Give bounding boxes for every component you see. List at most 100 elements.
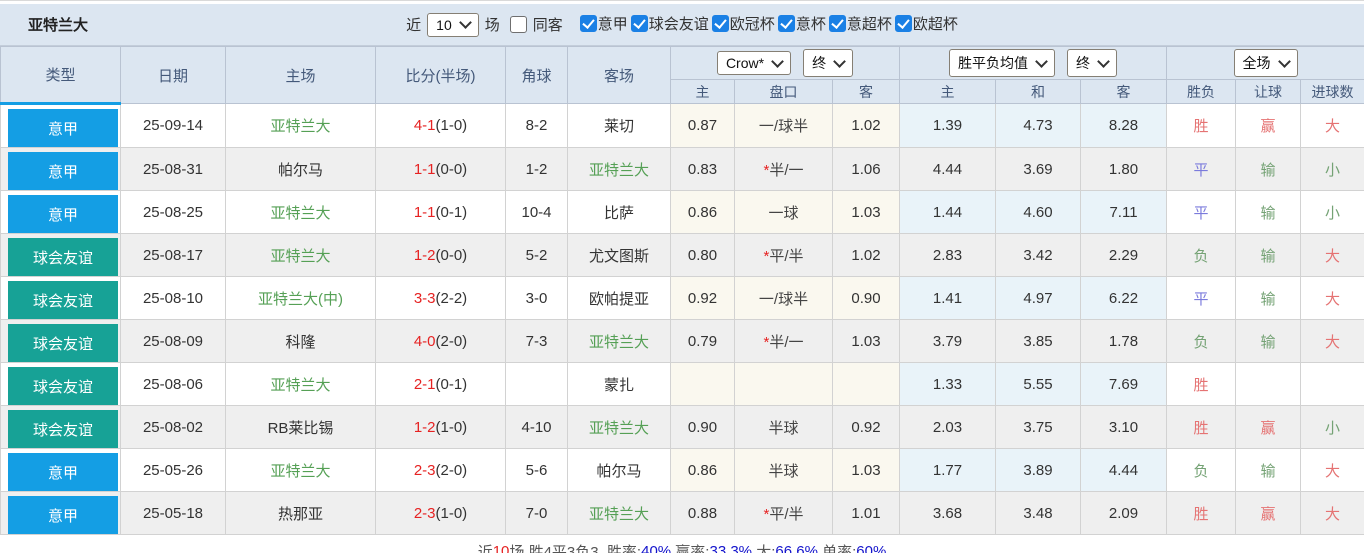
sub-col-header-avg-away: 客 [1080,79,1168,104]
away-team[interactable]: 莱切 [567,103,671,148]
result-wdl: 平 [1166,190,1237,234]
avg-home-odds: 1.33 [899,362,997,406]
avg-draw-odds: 4.97 [995,276,1082,320]
same-venue-checkbox[interactable] [509,16,527,33]
handicap-line: *平/半 [734,233,833,277]
league-checkbox[interactable] [711,15,729,32]
result-handicap: 输 [1235,448,1302,492]
same-venue-label: 同客 [532,17,563,34]
chevron-down-icon [458,16,472,29]
home-team[interactable]: 亚特兰大(中) [225,276,376,320]
score: 2-3(1-0) [375,491,506,535]
away-team[interactable]: 比萨 [567,190,671,234]
result-goals: 大 [1300,276,1364,320]
away-team[interactable]: 帕尔马 [567,448,671,492]
home-team[interactable]: 亚特兰大 [225,103,376,148]
home-team[interactable]: 热那亚 [225,491,376,535]
handicap-home-odds: 0.80 [670,233,735,277]
match-history-panel: 亚特兰大 近 10 场 同客 意甲 球会友谊 欧冠杯 意杯 意超杯 欧超杯 类型 日期 [0,0,1364,553]
match-type-badge: 球会友谊 [8,281,118,319]
result-goals: 小 [1300,190,1364,234]
col-header-away: 客场 [567,46,671,104]
sub-col-header-handicap-line: 盘口 [734,79,833,104]
avg-away-odds: 2.29 [1080,233,1168,277]
home-team[interactable]: 科隆 [225,319,376,363]
handicap-away-odds [831,362,901,406]
bookmaker-select[interactable]: Crow* [716,51,792,75]
home-team[interactable]: 亚特兰大 [225,190,376,234]
score: 2-3(2-0) [375,448,506,492]
avg-odds-select-value: 胜平负均值 [958,55,1029,71]
result-wdl: 胜 [1166,491,1237,535]
league-checkbox[interactable] [828,15,846,32]
match-date: 25-08-06 [120,362,226,406]
avg-odds-group-header: 胜平负均值 终 [899,46,1168,80]
result-handicap: 输 [1235,276,1302,320]
recent-count-value: 10 [436,16,452,33]
avg-home-odds: 3.68 [899,491,997,535]
avg-home-odds: 2.83 [899,233,997,277]
home-team[interactable]: 亚特兰大 [225,362,376,406]
summary-segment: 10 [492,542,510,553]
away-team[interactable]: 尤文图斯 [567,233,671,277]
handicap-time-select[interactable]: 终 [803,49,854,77]
match-type-badge: 意甲 [8,152,118,190]
recent-count-select[interactable]: 10 [427,12,479,37]
match-type-badge: 意甲 [8,453,118,491]
match-type-cell: 球会友谊 [0,362,121,406]
match-date: 25-08-09 [120,319,226,363]
result-group-header: 全场 [1166,46,1364,80]
summary-segment: 33.3% [709,542,753,553]
handicap-line: 一/球半 [734,276,833,320]
avg-home-odds: 1.44 [899,190,997,234]
score: 4-0(2-0) [375,319,506,363]
handicap-home-odds: 0.92 [670,276,735,320]
avg-odds-select[interactable]: 胜平负均值 [949,49,1056,77]
result-wdl: 胜 [1166,103,1237,148]
handicap-home-odds [670,362,735,406]
away-team[interactable]: 蒙扎 [567,362,671,406]
league-filters: 意甲 球会友谊 欧冠杯 意杯 意超杯 欧超杯 [577,13,958,36]
match-type-badge: 球会友谊 [8,367,118,405]
corners: 7-3 [505,319,568,363]
result-goals: 大 [1300,448,1364,492]
avg-away-odds: 1.78 [1080,319,1168,363]
match-date: 25-08-17 [120,233,226,277]
result-handicap: 输 [1235,147,1302,191]
summary-segment: 40% [641,542,672,553]
home-team[interactable]: 亚特兰大 [225,233,376,277]
away-team[interactable]: 亚特兰大 [567,491,671,535]
avg-home-odds: 1.41 [899,276,997,320]
league-checkbox[interactable] [894,15,912,32]
away-team[interactable]: 欧帕提亚 [567,276,671,320]
result-goals [1300,362,1364,406]
handicap-line: *半/一 [734,319,833,363]
corners: 5-2 [505,233,568,277]
corners: 1-2 [505,147,568,191]
avg-draw-odds: 3.48 [995,491,1082,535]
match-date: 25-08-10 [120,276,226,320]
table-row: 球会友谊 25-08-06 亚特兰大 2-1(0-1) 蒙扎 1.33 5.55 7.69 胜 [0,362,1364,406]
topbar: 亚特兰大 近 10 场 同客 意甲 球会友谊 欧冠杯 意杯 意超杯 欧超杯 [0,4,1364,46]
league-checkbox[interactable] [579,15,597,32]
away-team[interactable]: 亚特兰大 [567,147,671,191]
away-team[interactable]: 亚特兰大 [567,319,671,363]
league-checkbox[interactable] [630,15,648,32]
home-team[interactable]: 帕尔马 [225,147,376,191]
match-date: 25-08-25 [120,190,226,234]
result-wdl: 负 [1166,233,1237,277]
match-type-cell: 意甲 [0,448,121,492]
avg-time-select[interactable]: 终 [1067,49,1118,77]
period-select[interactable]: 全场 [1233,49,1298,77]
away-team[interactable]: 亚特兰大 [567,405,671,449]
table-row: 球会友谊 25-08-02 RB莱比锡 1-2(1-0) 4-10 亚特兰大 0.90 半球 0… [0,405,1364,449]
league-checkbox[interactable] [777,15,795,32]
filter-controls: 近 10 场 同客 意甲 球会友谊 欧冠杯 意杯 意超杯 欧超杯 [406,12,958,37]
home-team[interactable]: RB莱比锡 [225,405,376,449]
avg-home-odds: 4.44 [899,147,997,191]
home-team[interactable]: 亚特兰大 [225,448,376,492]
match-type-badge: 球会友谊 [8,410,118,448]
result-handicap: 赢 [1235,491,1302,535]
result-handicap: 输 [1235,233,1302,277]
avg-away-odds: 8.28 [1080,103,1168,148]
